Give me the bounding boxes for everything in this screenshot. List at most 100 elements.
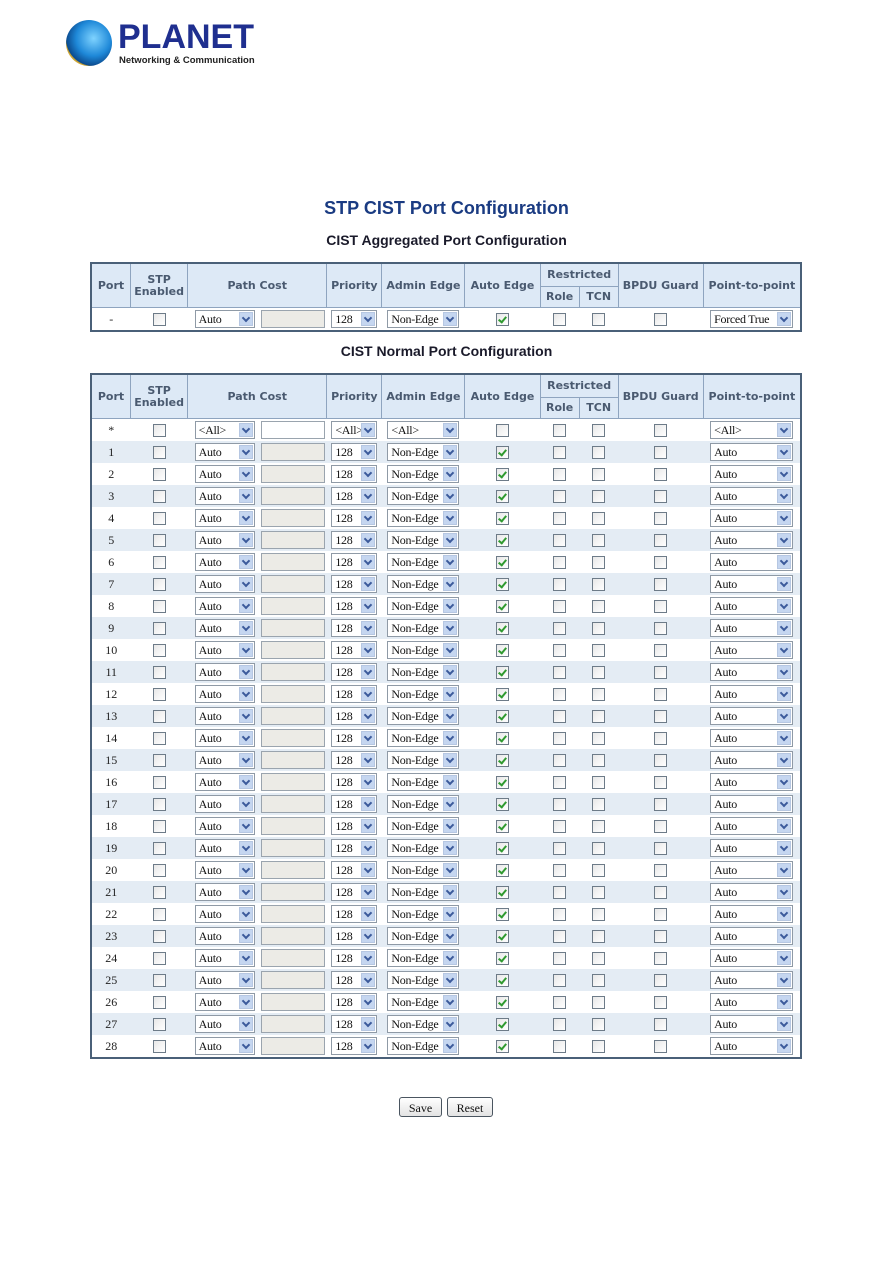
path-cost-select[interactable]: Auto (194, 685, 255, 703)
point-to-point-select[interactable]: Auto (710, 641, 794, 659)
chevron-down-icon[interactable] (777, 1039, 792, 1053)
point-to-point-select[interactable]: Auto (710, 751, 794, 769)
restricted-role-checkbox[interactable] (553, 600, 567, 614)
restricted-role-checkbox[interactable] (553, 688, 567, 702)
auto-edge-checkbox[interactable] (496, 446, 510, 460)
restricted-tcn-checkbox[interactable] (592, 578, 606, 592)
path-cost-select[interactable]: Auto (194, 443, 255, 461)
priority-select[interactable]: 128 (331, 905, 378, 923)
stp-enabled-checkbox[interactable] (152, 974, 166, 988)
path-cost-input[interactable] (260, 641, 325, 659)
stp-enabled-checkbox[interactable] (152, 490, 166, 504)
restricted-tcn-checkbox[interactable] (592, 732, 606, 746)
admin-edge-select[interactable]: Non-Edge (387, 685, 460, 703)
path-cost-select[interactable]: Auto (194, 751, 255, 769)
auto-edge-checkbox[interactable] (496, 996, 510, 1010)
auto-edge-checkbox[interactable] (496, 952, 510, 966)
path-cost-select[interactable]: <All> (194, 421, 255, 439)
priority-select[interactable]: 128 (331, 597, 378, 615)
point-to-point-select[interactable]: Auto (710, 531, 794, 549)
admin-edge-select[interactable]: Non-Edge (387, 773, 460, 791)
priority-select[interactable]: <All> (331, 421, 378, 439)
stp-enabled-checkbox[interactable] (152, 534, 166, 548)
admin-edge-select[interactable]: Non-Edge (387, 751, 460, 769)
restricted-tcn-checkbox[interactable] (592, 622, 606, 636)
chevron-down-icon[interactable] (443, 885, 458, 899)
chevron-down-icon[interactable] (361, 643, 376, 657)
path-cost-select[interactable]: Auto (194, 1015, 255, 1033)
bpdu-guard-checkbox[interactable] (654, 534, 668, 548)
admin-edge-select[interactable]: Non-Edge (387, 487, 460, 505)
auto-edge-checkbox[interactable] (496, 820, 510, 834)
restricted-tcn-checkbox[interactable] (592, 974, 606, 988)
priority-select[interactable]: 128 (331, 839, 378, 857)
chevron-down-icon[interactable] (443, 709, 458, 723)
restricted-role-checkbox[interactable] (553, 512, 567, 526)
priority-select[interactable]: 128 (331, 641, 378, 659)
bpdu-guard-checkbox[interactable] (654, 996, 668, 1010)
path-cost-select[interactable]: Auto (194, 663, 255, 681)
auto-edge-checkbox[interactable] (496, 864, 510, 878)
chevron-down-icon[interactable] (238, 885, 253, 899)
auto-edge-checkbox[interactable] (496, 534, 510, 548)
restricted-role-checkbox[interactable] (553, 864, 567, 878)
priority-select[interactable]: 128 (331, 509, 378, 527)
auto-edge-checkbox[interactable] (496, 313, 510, 327)
chevron-down-icon[interactable] (361, 665, 376, 679)
chevron-down-icon[interactable] (443, 841, 458, 855)
restricted-tcn-checkbox[interactable] (592, 930, 606, 944)
bpdu-guard-checkbox[interactable] (654, 842, 668, 856)
chevron-down-icon[interactable] (238, 841, 253, 855)
path-cost-input[interactable] (260, 310, 325, 328)
path-cost-input[interactable] (260, 905, 325, 923)
path-cost-input[interactable] (260, 1015, 325, 1033)
chevron-down-icon[interactable] (361, 973, 376, 987)
point-to-point-select[interactable]: Auto (710, 1037, 794, 1055)
restricted-role-checkbox[interactable] (553, 446, 567, 460)
point-to-point-select[interactable]: Auto (710, 443, 794, 461)
restricted-role-checkbox[interactable] (553, 1018, 567, 1032)
priority-select[interactable]: 128 (331, 487, 378, 505)
chevron-down-icon[interactable] (777, 643, 792, 657)
restricted-role-checkbox[interactable] (553, 732, 567, 746)
admin-edge-select[interactable]: Non-Edge (387, 553, 460, 571)
chevron-down-icon[interactable] (238, 753, 253, 767)
chevron-down-icon[interactable] (361, 841, 376, 855)
stp-enabled-checkbox[interactable] (152, 820, 166, 834)
priority-select[interactable]: 128 (331, 663, 378, 681)
admin-edge-select[interactable]: Non-Edge (387, 927, 460, 945)
restricted-tcn-checkbox[interactable] (592, 446, 606, 460)
path-cost-input[interactable] (260, 993, 325, 1011)
chevron-down-icon[interactable] (443, 423, 458, 437)
priority-select[interactable]: 128 (331, 861, 378, 879)
restricted-tcn-checkbox[interactable] (592, 490, 606, 504)
point-to-point-select[interactable]: Auto (710, 971, 794, 989)
chevron-down-icon[interactable] (238, 819, 253, 833)
chevron-down-icon[interactable] (238, 907, 253, 921)
restricted-tcn-checkbox[interactable] (592, 710, 606, 724)
restricted-tcn-checkbox[interactable] (592, 842, 606, 856)
chevron-down-icon[interactable] (443, 687, 458, 701)
chevron-down-icon[interactable] (443, 467, 458, 481)
chevron-down-icon[interactable] (238, 1039, 253, 1053)
chevron-down-icon[interactable] (777, 995, 792, 1009)
bpdu-guard-checkbox[interactable] (654, 490, 668, 504)
stp-enabled-checkbox[interactable] (152, 710, 166, 724)
restricted-role-checkbox[interactable] (553, 490, 567, 504)
point-to-point-select[interactable]: <All> (710, 421, 794, 439)
priority-select[interactable]: 128 (331, 310, 378, 328)
path-cost-select[interactable]: Auto (194, 575, 255, 593)
priority-select[interactable]: 128 (331, 531, 378, 549)
chevron-down-icon[interactable] (361, 687, 376, 701)
stp-enabled-checkbox[interactable] (152, 732, 166, 746)
path-cost-input[interactable] (260, 971, 325, 989)
chevron-down-icon[interactable] (238, 797, 253, 811)
chevron-down-icon[interactable] (238, 312, 253, 326)
admin-edge-select[interactable]: Non-Edge (387, 663, 460, 681)
bpdu-guard-checkbox[interactable] (654, 512, 668, 526)
restricted-role-checkbox[interactable] (553, 842, 567, 856)
chevron-down-icon[interactable] (443, 819, 458, 833)
point-to-point-select[interactable]: Auto (710, 509, 794, 527)
restricted-tcn-checkbox[interactable] (592, 600, 606, 614)
chevron-down-icon[interactable] (777, 841, 792, 855)
